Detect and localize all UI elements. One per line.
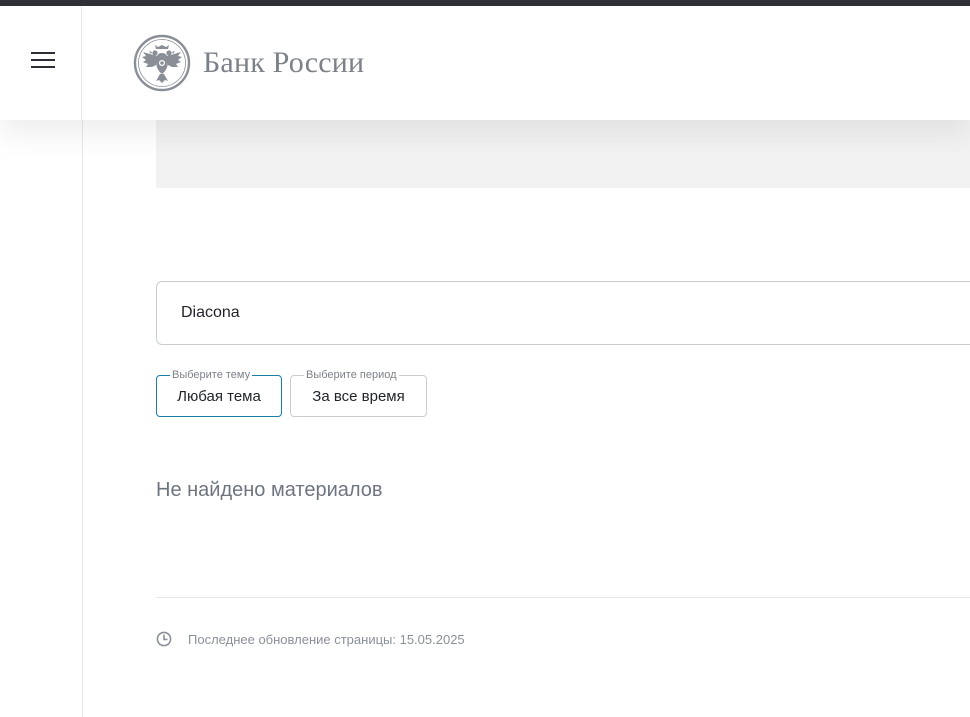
eagle-emblem-icon (133, 34, 191, 92)
menu-cell (0, 6, 82, 120)
hamburger-menu-icon[interactable] (31, 51, 55, 69)
search-input[interactable] (156, 281, 970, 345)
period-select-value: За все время (312, 388, 405, 405)
burger-line (31, 59, 55, 61)
no-results-message: Не найдено материалов (156, 479, 383, 501)
bank-logo[interactable]: Банк России (133, 34, 364, 92)
last-update-text: Последнее обновление страницы: 15.05.202… (188, 631, 465, 647)
theme-select[interactable]: Выберите тему Любая тема (156, 368, 282, 417)
page-banner (156, 120, 970, 188)
clock-icon (156, 631, 172, 647)
theme-select-label: Выберите тему (170, 368, 253, 382)
bank-name: Банк России (203, 46, 365, 79)
theme-select-value: Любая тема (177, 388, 261, 405)
burger-line (31, 52, 55, 54)
sidebar-divider (82, 120, 83, 717)
site-header: Банк России (0, 6, 970, 120)
burger-line (31, 66, 55, 68)
period-select-label: Выберите период (304, 368, 399, 382)
period-select[interactable]: Выберите период За все время (290, 368, 427, 417)
footer-divider (156, 597, 970, 598)
last-update: Последнее обновление страницы: 15.05.202… (156, 630, 465, 648)
